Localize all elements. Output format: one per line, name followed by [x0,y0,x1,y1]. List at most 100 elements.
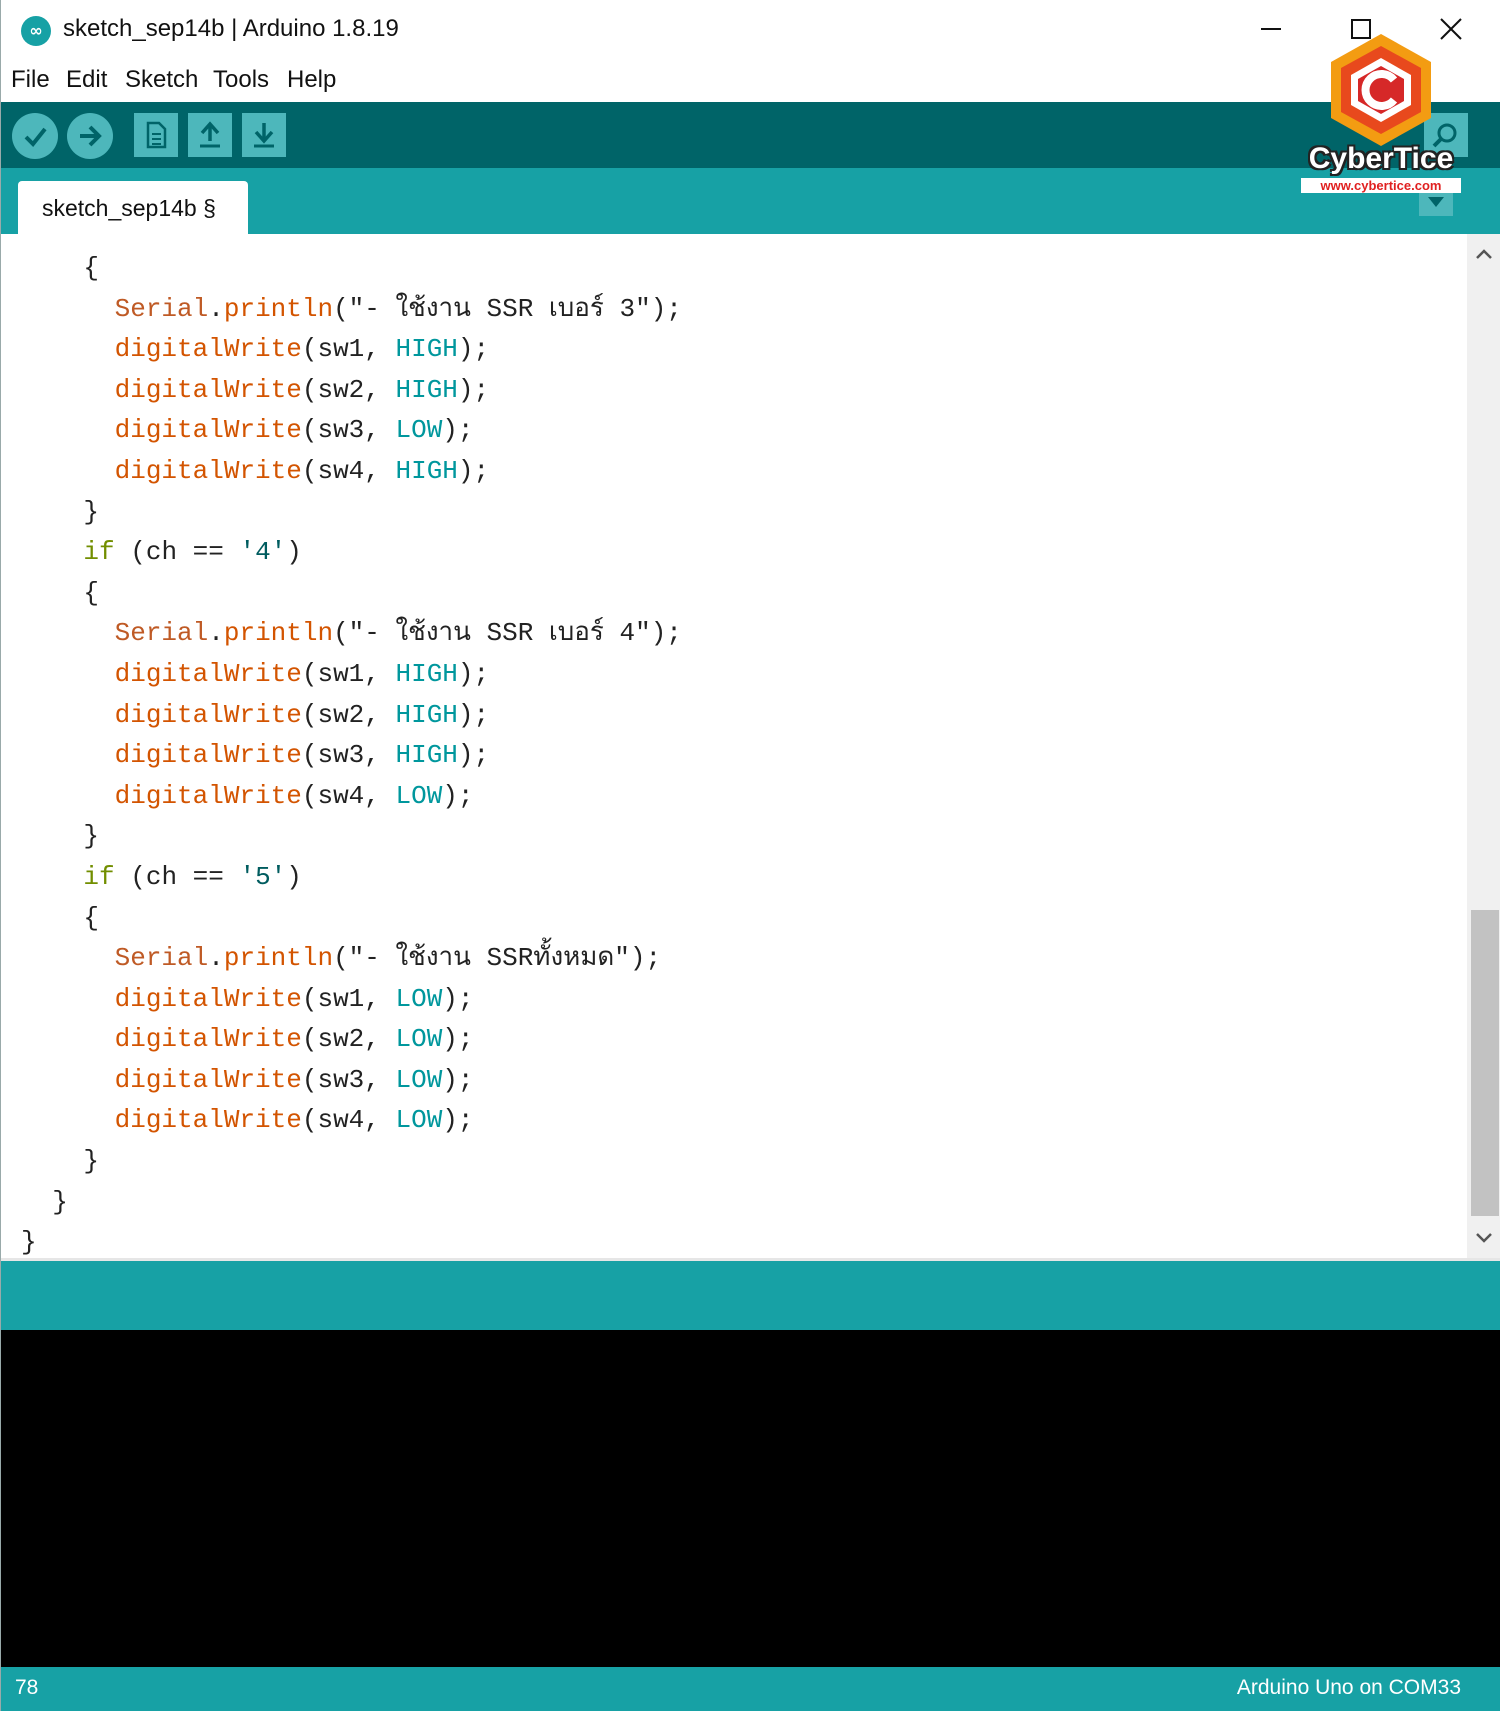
cybertice-watermark: CyberTice www.cybertice.com [1301,30,1461,195]
menu-file[interactable]: File [11,66,50,94]
menu-tools[interactable]: Tools [213,66,269,94]
save-button[interactable] [242,113,286,157]
code-token: println [223,943,334,974]
tab-strip: sketch_sep14b § [1,168,1500,234]
open-button[interactable] [188,113,232,157]
cybertice-hexagon-logo [1331,34,1431,146]
code-token: (sw1, [301,334,396,365]
code-token: digitalWrite [114,658,302,689]
menu-bar: File Edit Sketch Tools Help [1,62,1500,103]
new-button[interactable] [134,113,178,157]
tab-sketch[interactable]: sketch_sep14b § [18,181,248,234]
chevron-up-icon [1476,249,1492,259]
code-token: HIGH [395,658,458,689]
code-line: Serial.println("- ใช้งาน SSRทั้งหมด"); [21,938,682,979]
code-token: ); [457,699,490,730]
code-token: (sw4, [301,455,396,486]
code-token: . [208,618,224,649]
code-token: (sw4, [301,1105,396,1136]
code-token: (sw1, [301,983,396,1014]
code-token: digitalWrite [114,1064,302,1095]
code-token: } [83,821,100,852]
code-token: HIGH [395,374,458,405]
status-bar: 78 Arduino Uno on COM33 [1,1667,1500,1711]
message-bar [1,1258,1500,1330]
code-token: println [223,293,334,324]
vertical-scrollbar[interactable] [1467,234,1500,1258]
code-line: digitalWrite(sw4, HIGH); [21,451,682,492]
code-line: } [21,492,682,533]
verify-icon [24,127,47,147]
code-token: Serial [114,618,209,649]
menu-edit[interactable]: Edit [66,66,107,94]
code-token: ); [457,658,490,689]
upload-button[interactable] [67,113,113,159]
code-token: ); [442,983,474,1014]
output-console[interactable] [1,1330,1500,1667]
code-token: LOW [395,1064,443,1095]
code-line: } [21,1182,682,1223]
title-bar: ∞ sketch_sep14b | Arduino 1.8.19 [1,0,1500,62]
code-line: digitalWrite(sw1, LOW); [21,979,682,1020]
code-token: (sw1, [301,658,396,689]
code-token: ("- ใช้งาน SSRทั้งหมด"); [333,943,662,974]
scroll-up-button[interactable] [1467,234,1500,274]
code-token: ); [457,334,490,365]
code-line: { [21,573,682,614]
menu-sketch[interactable]: Sketch [125,66,198,94]
code-line: digitalWrite(sw1, HIGH); [21,654,682,695]
scroll-thumb[interactable] [1471,910,1499,1216]
code-line: } [21,816,682,857]
minimize-icon [1261,28,1281,30]
code-line: { [21,248,682,289]
line-number: 78 [15,1676,39,1699]
code-token: ); [442,1105,474,1136]
open-icon [200,121,220,148]
code-token: . [208,293,224,324]
chevron-down-icon [1476,1233,1492,1243]
code-line: digitalWrite(sw4, LOW); [21,776,682,817]
code-token: (sw3, [301,1064,396,1095]
code-line: digitalWrite(sw4, LOW); [21,1100,682,1141]
code-token: digitalWrite [114,1024,302,1055]
code-token: LOW [395,1024,443,1055]
code-token: ); [442,1024,474,1055]
code-token: HIGH [395,699,458,730]
code-token: digitalWrite [114,699,302,730]
code-line: digitalWrite(sw3, HIGH); [21,735,682,776]
menu-help[interactable]: Help [287,66,336,94]
toolbar [1,102,1500,168]
code-token: } [83,496,100,527]
code-token: ); [442,415,474,446]
code-line: if (ch == '4') [21,532,682,573]
tab-label: sketch_sep14b § [42,195,216,221]
code-editor[interactable]: { Serial.println("- ใช้งาน SSR เบอร์ 3")… [1,234,1467,1258]
code-token: digitalWrite [114,740,302,771]
code-line: Serial.println("- ใช้งาน SSR เบอร์ 3"); [21,289,682,330]
code-token: digitalWrite [114,415,302,446]
code-token: digitalWrite [114,455,302,486]
code-token: digitalWrite [114,780,302,811]
code-token: HIGH [395,455,458,486]
arduino-ide-window: ∞ sketch_sep14b | Arduino 1.8.19 File Ed… [0,0,1500,1711]
code-token: (sw4, [301,780,396,811]
code-token: ); [457,740,490,771]
code-token: Serial [114,943,209,974]
code-token: (sw3, [301,740,396,771]
code-token: digitalWrite [114,983,302,1014]
code-token: ) [286,861,302,892]
verify-button[interactable] [12,113,58,159]
code-token: '4' [239,537,287,568]
code-token: . [208,943,224,974]
watermark-url: www.cybertice.com [1301,178,1461,193]
code-line: Serial.println("- ใช้งาน SSR เบอร์ 4"); [21,613,682,654]
code-token: LOW [395,415,443,446]
scroll-down-button[interactable] [1467,1218,1500,1258]
code-line: { [21,898,682,939]
code-line: } [21,1222,682,1258]
code-token: { [83,577,100,608]
code-token: ); [442,1064,474,1095]
code-token: (ch == [114,537,240,568]
code-token: } [83,1146,100,1177]
code-token: LOW [395,983,443,1014]
